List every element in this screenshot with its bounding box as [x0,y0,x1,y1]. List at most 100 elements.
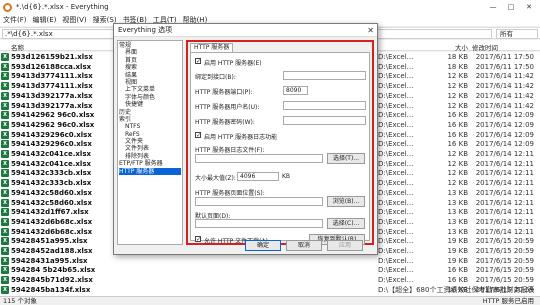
file-path: D:\Excel... [378,247,414,255]
file-date: 2017/6/14 11:42 [475,82,534,91]
file-path: D:\Excel... [378,159,414,168]
file-size: 19 KB [447,247,468,255]
page-dir-browse-button[interactable]: 浏览(B)... [327,196,365,207]
log-browse-button[interactable]: 选择(T)... [327,153,365,164]
file-name: 59428451a995.xlsx [11,237,88,246]
filter-select[interactable]: 所有 [496,29,538,39]
everything-app-icon [3,2,12,12]
log-file-input[interactable] [195,154,323,163]
excel-file-icon: X [1,217,9,226]
file-name: 5942845ba134f.xlsx [11,285,91,294]
excel-file-icon: X [1,53,9,61]
tree-item[interactable]: 搜索 [119,64,181,71]
tree-item[interactable]: 上下文菜单 [119,86,181,93]
menu-view[interactable]: 视图(V) [62,14,86,26]
ok-button[interactable]: 确定 [245,240,281,251]
file-path: D:\Excel... [378,227,414,236]
enable-http-checkbox[interactable]: ✓ [195,58,201,65]
file-path: D:\Excel... [378,256,414,265]
password-label: HTTP 服务器密码(W): [195,119,255,126]
file-date: 2017/6/15 20:59 [475,256,534,265]
file-path: D:\Excel... [378,266,414,275]
allow-download-checkbox[interactable]: ✓ [195,236,201,243]
excel-file-icon: X [1,150,9,158]
maximize-button[interactable]: □ [502,1,520,13]
max-size-input[interactable]: 4096 [237,172,279,181]
bind-input[interactable] [283,71,366,80]
file-path: D:\Excel... [378,276,414,285]
bind-label: 绑定到接口(B): [195,74,236,81]
file-path: D:\Excel... [378,130,414,139]
file-date: 2017/6/14 12:11 [475,179,534,188]
kb-label: KB [282,173,291,180]
excel-file-icon: X [1,179,9,188]
menu-file[interactable]: 文件(F) [3,14,27,26]
title-bar: *.\d{6}.*.xlsx - Everything — □ ✕ [0,0,540,14]
http-status: HTTP 服务已启用 [482,297,534,305]
tree-item[interactable]: 索引 [119,116,181,123]
minimize-button[interactable]: — [484,1,502,13]
username-input[interactable] [283,101,366,110]
file-size: 19 KB [447,237,468,246]
file-path: D:\Excel... [378,91,414,100]
excel-file-icon: X [1,169,9,178]
tab-http-server[interactable]: HTTP 服务器 [190,43,234,52]
menu-edit[interactable]: 编辑(E) [33,14,57,26]
column-size[interactable]: 大小 [455,42,468,52]
file-path: D:\Excel... [378,169,414,178]
file-size: 13 KB [447,217,468,226]
tree-item[interactable]: 界面 [119,49,181,56]
tree-item[interactable]: HTTP 服务器 [119,167,181,176]
file-date: 2017/6/14 12:09 [475,130,534,139]
tree-item[interactable]: ETP/FTP 服务器 [119,160,181,167]
file-name: 59414329296c0.xlsx [11,140,92,149]
file-date: 2017/6/14 12:09 [475,111,534,120]
file-date: 2017/6/14 12:11 [475,208,534,217]
column-name[interactable]: 名称 [11,42,24,52]
column-date[interactable]: 修改时间 [472,42,498,52]
file-name: 59413d392177a.xlsx [11,91,93,100]
enable-log-checkbox[interactable]: ✓ [195,132,201,139]
tree-item[interactable]: 快捷键 [119,101,181,108]
file-date: 2017/6/14 12:11 [475,169,534,178]
file-path: D:\Excel... [378,120,414,129]
file-date: 2017/6/14 12:09 [475,140,534,149]
file-date: 2017/6/14 11:42 [475,72,534,81]
file-date: 2017/6/14 12:09 [475,120,534,129]
file-date: 2017/6/15 20:59 [475,285,534,294]
tree-item[interactable]: 文件列表 [119,145,181,152]
tree-item[interactable]: 历史 [119,109,181,116]
port-input[interactable]: 8090 [283,86,308,95]
file-size: 16 KB [447,276,468,285]
excel-file-icon: X [1,130,9,139]
file-date: 2017/6/14 11:42 [475,91,534,100]
file-path: D:\Excel... [378,188,414,197]
status-bar: 115 个对象 HTTP 服务已启用 [0,296,540,305]
file-size: 12 KB [447,82,468,91]
close-button[interactable]: ✕ [520,1,538,13]
file-path: D:\Excel... [378,140,414,149]
file-row[interactable]: X 5942845ba134f.xlsx D:\【超全】680个工资绩效社保考勤审批… [0,285,540,296]
tree-item[interactable]: NTFS [119,123,181,130]
file-path: D:\Excel... [378,237,414,246]
enable-log-label: 启用 HTTP 服务器日志功能 [204,134,278,141]
apply-button[interactable]: 应用 [327,240,363,251]
cancel-button[interactable]: 取消 [286,240,322,251]
default-page-browse-button[interactable]: 选择(C)... [327,218,365,229]
file-date: 2017/6/15 20:59 [475,266,534,275]
page-dir-input[interactable] [195,197,323,206]
dialog-close-icon[interactable]: ✕ [367,24,374,37]
options-dialog: Everything 选项 ✕ 常规 界面 首页 搜索 结果 视图 上下文菜单 字体与颜色 快捷… [113,23,378,255]
tree-item[interactable]: 常规 [119,42,181,49]
file-size: 16 KB [447,130,468,139]
default-page-input[interactable] [195,219,323,228]
file-name: 59413d392177a.xlsx [11,101,93,110]
password-input[interactable] [283,116,366,125]
file-date: 2017/6/14 12:11 [475,159,534,168]
file-name: 5941432c333cb.xlsx [11,179,92,188]
tree-item[interactable]: ReFS [119,131,181,138]
file-date: 2017/6/14 12:11 [475,150,534,158]
excel-file-icon: X [1,285,9,294]
http-server-panel: HTTP 服务器 ✓ 启用 HTTP 服务器(E) 绑定到接口(B): HTTP… [186,40,374,245]
tree-item[interactable]: 结果 [119,72,181,79]
